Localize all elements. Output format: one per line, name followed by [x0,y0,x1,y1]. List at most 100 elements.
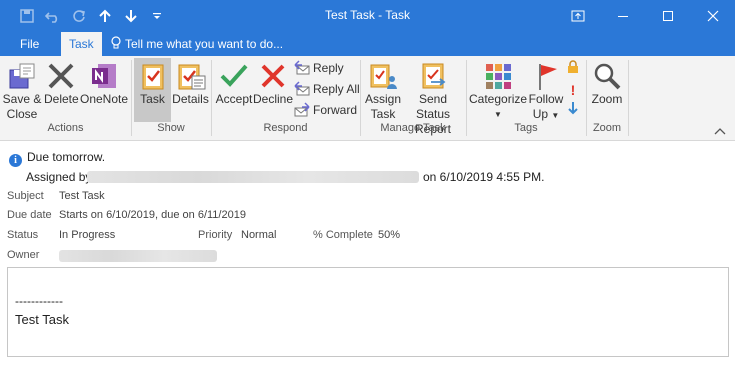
collapse-ribbon-icon[interactable] [714,124,728,136]
body-separator: ------------ [15,294,63,308]
chevron-down-icon: ▼ [494,110,502,119]
due-date-label: Due date [7,209,52,221]
follow-up-label-1: Follow [528,92,564,106]
info-bar: i Due tomorrow. Assigned by on 6/10/2019 … [9,150,544,186]
assign-task-button[interactable]: Assign Task [364,58,402,122]
zoom-button[interactable]: Zoom [589,58,625,107]
details-button[interactable]: Details [172,58,209,107]
up-arrow-icon[interactable] [92,1,118,31]
tab-file[interactable]: File [20,32,39,56]
info-icon: i [9,154,22,167]
decline-x-icon [261,64,285,88]
accept-label: Accept [215,92,253,106]
accept-button[interactable]: Accept [215,58,253,107]
lightbulb-icon [111,36,121,49]
details-label: Details [172,92,209,106]
save-close-icon [9,63,35,89]
delete-label: Delete [44,92,79,106]
subject-label: Subject [7,190,44,202]
categorize-icon [486,64,511,89]
status-value: In Progress [59,229,116,241]
save-close-button[interactable]: Save & Close [2,58,42,122]
group-label-show: Show [157,122,185,134]
low-importance-icon[interactable] [566,101,580,115]
follow-up-label-2: Up ▼ [532,107,560,121]
magnifier-icon [594,63,621,90]
flag-icon [539,64,557,90]
reply-button[interactable]: Reply [294,58,344,78]
private-lock-icon[interactable] [566,60,580,74]
ribbon-tab-bar: File Task Tell me what you want to do... [0,32,735,56]
group-label-zoom: Zoom [592,122,622,134]
percent-complete-label: % Complete [313,229,373,241]
delete-button[interactable]: Delete [44,58,79,107]
forward-icon [294,102,310,117]
follow-up-button[interactable]: Follow Up ▼ [528,58,564,123]
onenote-button[interactable]: OneNote [79,58,129,107]
assign-task-label-2: Task [370,107,396,121]
close-icon[interactable] [690,0,735,32]
assign-task-icon [370,64,397,89]
percent-complete-value: 50% [378,229,401,241]
redacted-owner [59,250,217,262]
undo-icon[interactable] [40,1,66,31]
group-label-actions: Actions [47,122,84,134]
due-text: Due tomorrow. [27,150,106,164]
priority-label: Priority [198,229,233,241]
reply-icon [294,60,310,75]
check-icon [220,64,248,87]
down-arrow-icon[interactable] [118,1,144,31]
owner-label: Owner [7,249,40,261]
high-importance-icon[interactable]: ! [566,79,580,101]
decline-button[interactable]: Decline [253,58,293,107]
reply-all-button[interactable]: Reply All [294,79,360,99]
save-close-label-1: Save & [2,92,42,106]
categorize-label: Categorize [469,92,528,106]
categorize-button[interactable]: Categorize ▼ [469,58,527,122]
show-task-button[interactable]: Task [134,58,171,122]
maximize-icon[interactable] [645,0,690,32]
subject-value: Test Task [59,190,105,202]
details-icon [178,64,205,90]
ribbon-display-options-icon[interactable] [555,0,600,32]
group-label-respond: Respond [263,122,308,134]
ribbon: Save & Close Delete OneNote Actions Task… [0,56,735,141]
assign-task-label-1: Assign [364,92,402,106]
due-date-value: Starts on 6/10/2019, due on 6/11/2019 [59,209,246,221]
priority-value: Normal [241,229,277,241]
forward-button[interactable]: Forward [294,100,357,120]
reply-all-label: Reply All [313,82,360,96]
redacted-assigner [87,171,419,183]
decline-label: Decline [253,92,294,106]
status-label: Status [7,229,39,241]
delete-icon [48,63,74,89]
minimize-icon[interactable] [600,0,645,32]
tab-task[interactable]: Task [61,32,102,56]
save-close-label-2: Close [6,107,38,121]
redo-icon[interactable] [66,1,92,31]
assigned-by-suffix: on 6/10/2019 4:55 PM. [423,170,545,184]
task-clipboard-icon [142,64,163,90]
show-task-label: Task [140,92,165,106]
status-report-icon [422,63,446,89]
body-text: Test Task [15,312,69,327]
onenote-label: OneNote [79,92,129,106]
tags-small-icons: ! [566,60,580,120]
onenote-icon [92,64,116,88]
group-label-manage-task: Manage Task [380,122,446,134]
group-separator [628,60,629,136]
tell-me-label: Tell me what you want to do... [125,37,284,51]
reply-all-icon [294,81,310,96]
zoom-label: Zoom [591,92,623,106]
title-bar: Test Task - Task [0,0,735,32]
group-label-tags: Tags [514,122,538,134]
customize-icon[interactable] [144,1,170,31]
task-body-editor[interactable]: ------------ Test Task [7,267,729,357]
tell-me-box[interactable]: Tell me what you want to do... [110,32,283,56]
quick-access-toolbar [14,0,170,32]
reply-label: Reply [313,61,344,75]
send-status-label-1: Send Status [415,92,451,121]
save-icon[interactable] [14,1,40,31]
forward-label: Forward [313,103,358,117]
assigned-by-prefix: Assigned by [26,170,92,184]
